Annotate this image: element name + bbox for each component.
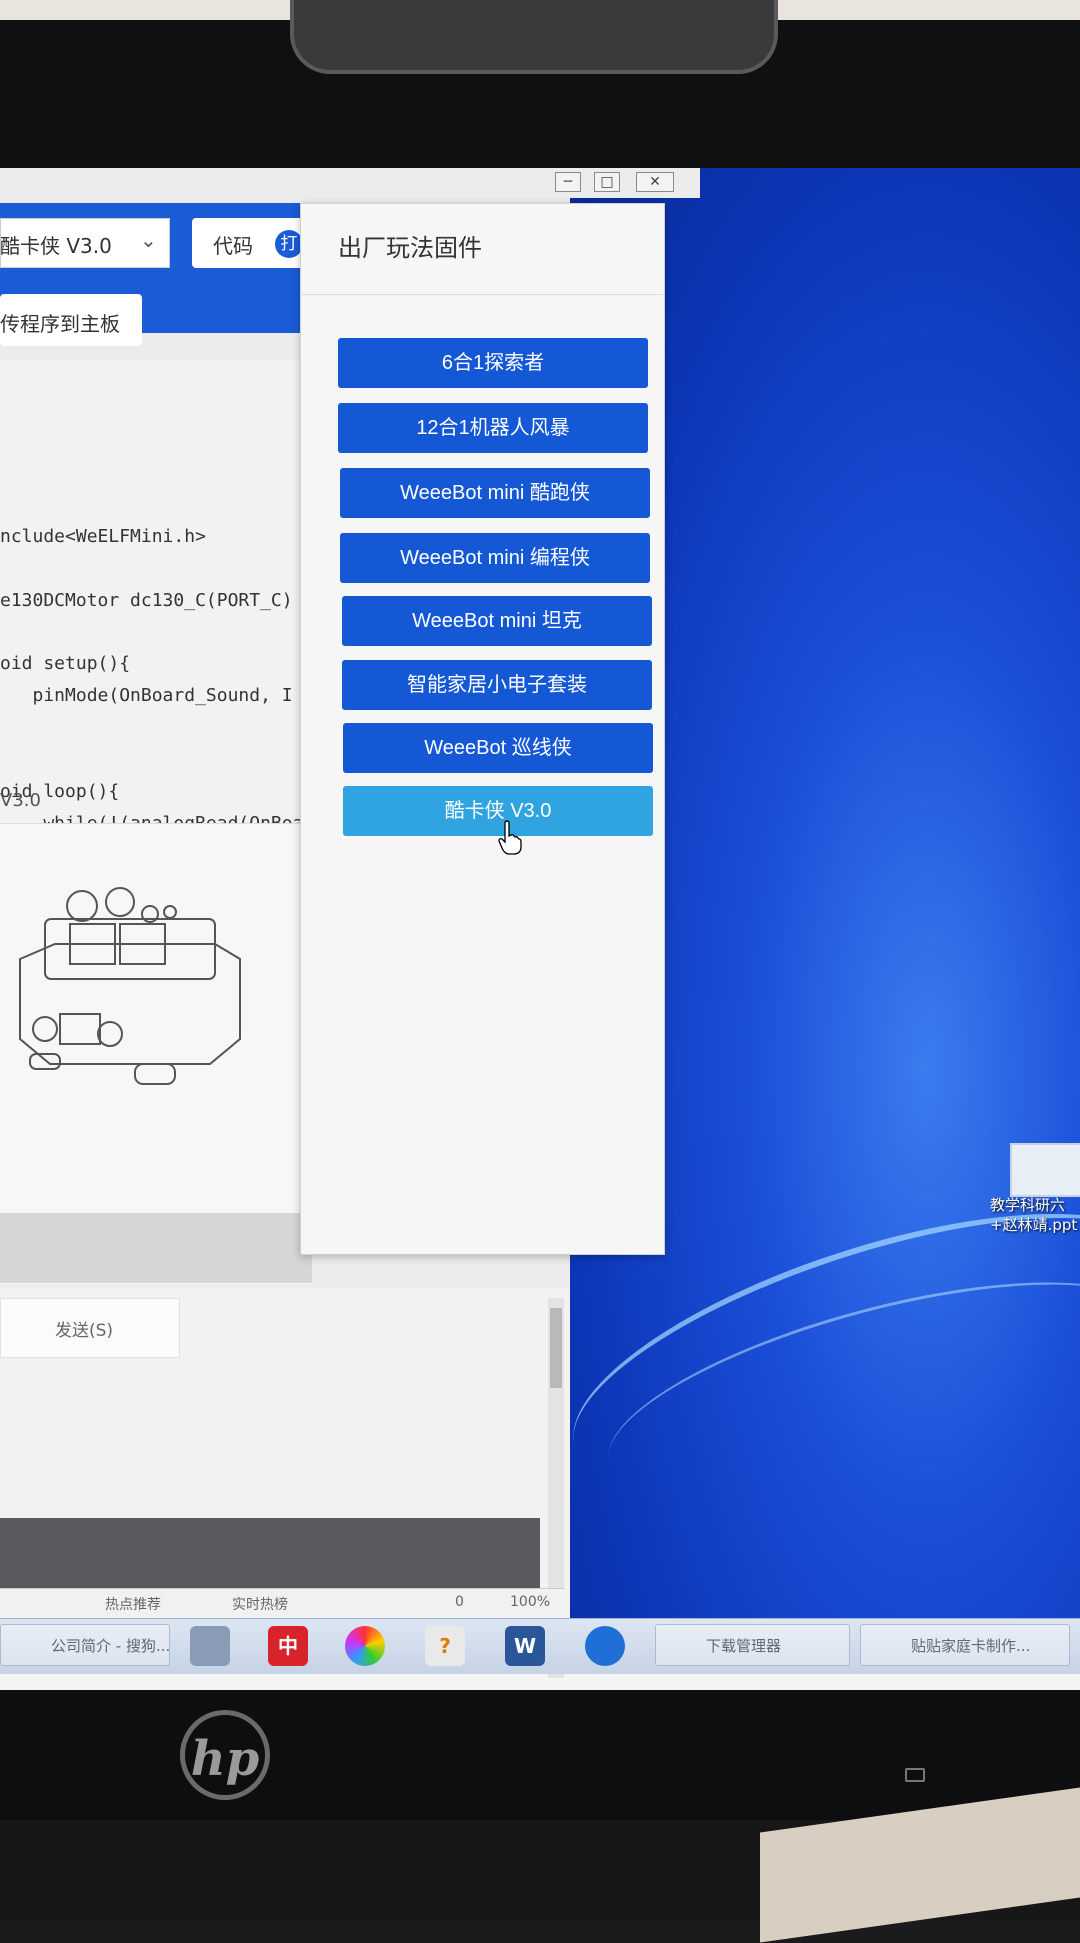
code-toggle-label: 代码 [213,234,253,258]
firmware-option-button[interactable]: 6合1探索者 [338,338,648,388]
webcam-icon [290,0,778,74]
ide-app-icon[interactable] [585,1626,625,1666]
firmware-option-button[interactable]: 12合1机器人风暴 [338,403,648,453]
monitor-screen: 教学科研六 +赵林靖.ppt ─ □ ✕ 酷卡侠 V3.0 ⌄ 代码 打 传程序… [0,168,1080,1690]
upload-button-label: 传程序到主板 [0,312,120,336]
code-line: pinMode(OnBoard_Sound, I [0,685,293,706]
red-app-icon[interactable]: 中 [268,1626,308,1666]
ppt-file-icon[interactable] [1010,1143,1080,1197]
code-line: e130DCMotor dc130_C(PORT_C) [0,590,293,611]
firmware-option-button[interactable]: WeeeBot mini 编程侠 [340,533,650,583]
toggle-switch[interactable]: 打 [275,230,303,258]
firmware-option-button[interactable]: WeeeBot mini 坦克 [342,596,652,646]
robot-illustration [19,887,241,1085]
code-line: nclude<WeELFMini.h> [0,526,206,547]
scrollbar-thumb[interactable] [550,1308,562,1388]
desktop-icon-label[interactable]: 教学科研六 +赵林靖.ppt [990,1195,1080,1235]
hp-logo: hp [180,1710,270,1800]
taskbar-item-download-manager[interactable]: 下载管理器 [655,1624,850,1666]
app-icon[interactable] [190,1626,230,1666]
preview-footer [0,1213,312,1283]
hot-recommend-link[interactable]: 热点推荐 [105,1594,161,1614]
zoom-level[interactable]: 100% [510,1594,550,1610]
chevron-down-icon[interactable]: ⌄ [140,228,157,252]
blocked-count: 0 [455,1594,464,1610]
dialog-divider [300,294,663,295]
send-button-label: 发送(S) [55,1321,114,1341]
taskbar-item-browser[interactable]: 公司简介 - 搜狗... [0,1624,170,1666]
hand-cursor-icon [498,820,522,855]
code-line: oid setup(){ [0,653,131,674]
colorful-app-icon[interactable] [345,1626,385,1666]
board-select-value: 酷卡侠 V3.0 [0,234,112,258]
realtime-hot-link[interactable]: 实时热榜 [232,1594,288,1614]
help-icon[interactable]: ? [425,1626,465,1666]
close-button[interactable]: ✕ [636,172,674,192]
firmware-option-button[interactable]: 智能家居小电子套装 [342,660,652,710]
dialog-title: 出厂玩法固件 [338,234,482,262]
firmware-option-button[interactable]: WeeeBot mini 酷跑侠 [340,468,650,518]
taskbar-item-document[interactable]: 贴贴家庭卡制作... [860,1624,1070,1666]
preview-title: V3.0 [0,790,41,811]
minimize-button[interactable]: ─ [555,172,581,192]
serial-output [0,1518,540,1588]
firmware-option-button[interactable]: WeeeBot 巡线侠 [343,723,653,773]
power-indicator-icon [905,1768,925,1782]
word-icon[interactable]: W [505,1626,545,1666]
maximize-button[interactable]: □ [594,172,620,192]
